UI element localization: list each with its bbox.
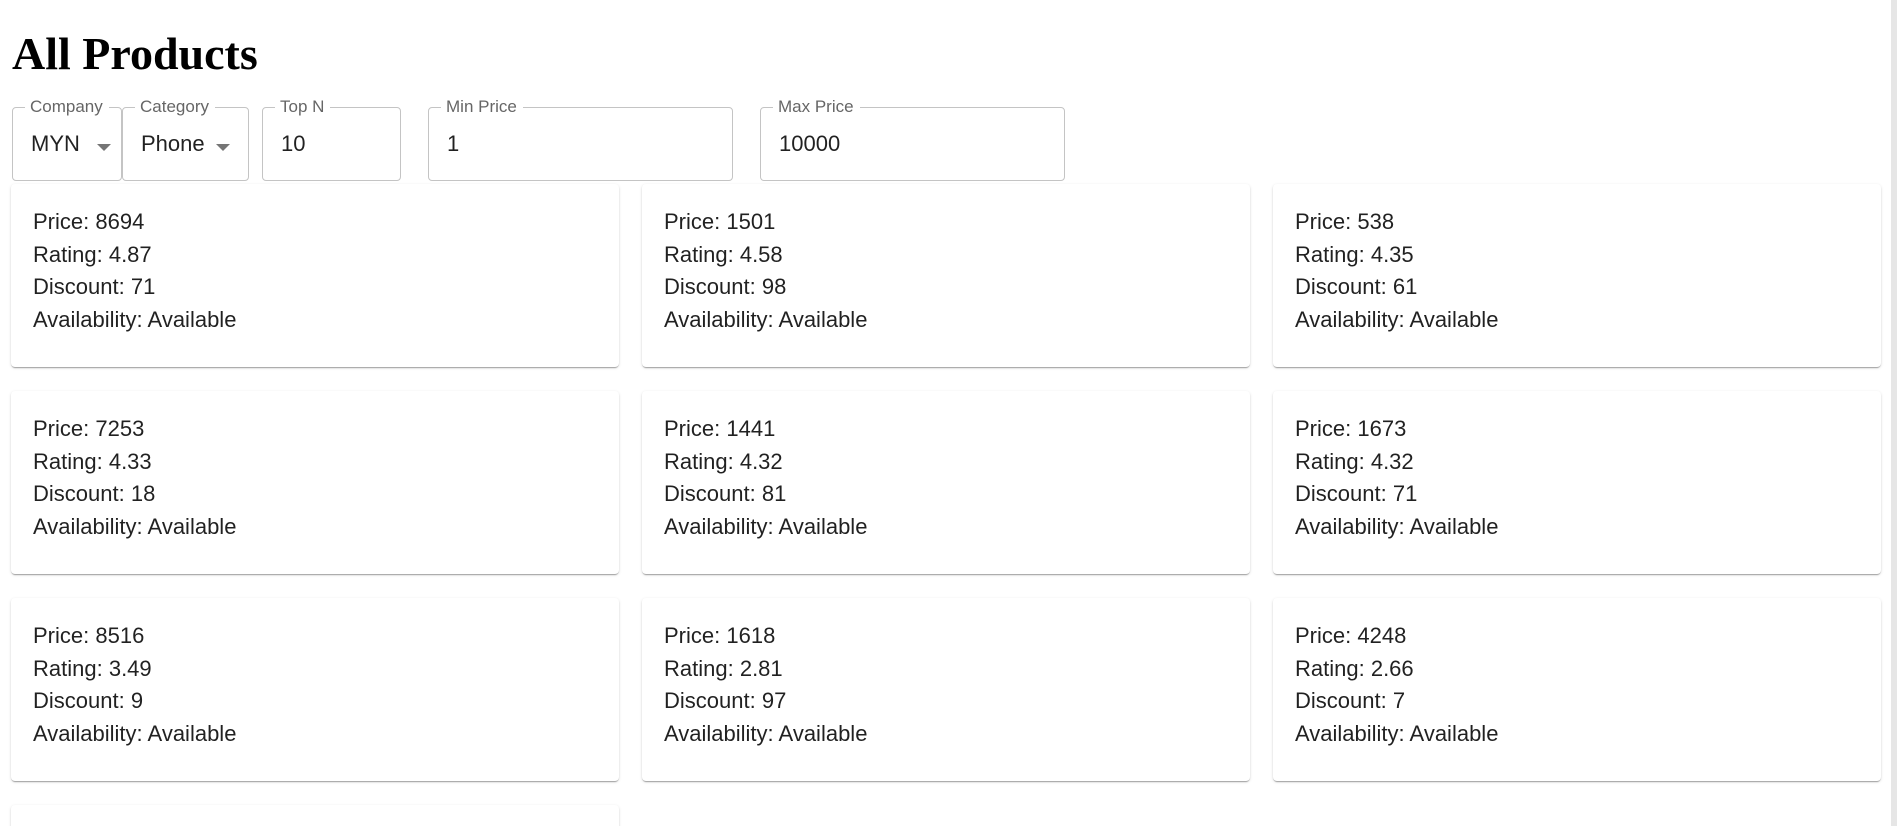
product-discount: Discount: 9 — [33, 688, 144, 713]
product-price: Price: 4248 — [1295, 623, 1407, 648]
product-card-partial — [11, 805, 619, 826]
product-price: Price: 538 — [1295, 209, 1395, 234]
product-card: Price: 1618 Rating: 2.81 Discount: 97 Av… — [642, 598, 1250, 781]
product-discount: Discount: 71 — [1295, 481, 1418, 506]
product-card: Price: 8516 Rating: 3.49 Discount: 9 Ava… — [11, 598, 619, 781]
product-price: Price: 1441 — [664, 416, 776, 441]
product-card: Price: 7253 Rating: 4.33 Discount: 18 Av… — [11, 391, 619, 574]
product-rating: Rating: 3.49 — [33, 655, 152, 681]
product-discount: Discount: 18 — [33, 481, 156, 506]
product-price: Price: 8516 — [33, 623, 145, 648]
product-price: Price: 1618 — [664, 623, 776, 648]
product-rating: Rating: 4.32 — [664, 448, 783, 474]
product-discount: Discount: 81 — [664, 481, 787, 506]
product-discount: Discount: 97 — [664, 688, 787, 713]
product-price: Price: 8694 — [33, 209, 145, 234]
product-card: Price: 1673 Rating: 4.32 Discount: 71 Av… — [1273, 391, 1881, 574]
product-rating: Rating: 2.66 — [1295, 655, 1414, 681]
product-rating: Rating: 2.81 — [664, 655, 783, 681]
product-rating: Rating: 4.87 — [33, 241, 152, 267]
product-card: Price: 1441 Rating: 4.32 Discount: 81 Av… — [642, 391, 1250, 574]
product-availability: Availability: Available — [664, 720, 868, 746]
product-card: Price: 4248 Rating: 2.66 Discount: 7 Ava… — [1273, 598, 1881, 781]
product-availability: Availability: Available — [1295, 513, 1499, 539]
product-discount: Discount: 7 — [1295, 688, 1406, 713]
product-discount: Discount: 61 — [1295, 274, 1418, 299]
product-card: Price: 8694 Rating: 4.87 Discount: 71 Av… — [11, 184, 619, 367]
product-rating: Rating: 4.58 — [664, 241, 783, 267]
product-rating: Rating: 4.35 — [1295, 241, 1414, 267]
product-price: Price: 7253 — [33, 416, 145, 441]
product-availability: Availability: Available — [33, 720, 237, 746]
product-grid: Price: 8694 Rating: 4.87 Discount: 71 Av… — [0, 0, 1881, 826]
product-price: Price: 1501 — [664, 209, 776, 234]
product-discount: Discount: 71 — [33, 274, 156, 299]
product-availability: Availability: Available — [664, 513, 868, 539]
product-discount: Discount: 98 — [664, 274, 787, 299]
product-card: Price: 1501 Rating: 4.58 Discount: 98 Av… — [642, 184, 1250, 367]
product-rating: Rating: 4.33 — [33, 448, 152, 474]
products-page: All Products Company MYN Category Phone … — [0, 0, 1881, 826]
product-availability: Availability: Available — [33, 513, 237, 539]
page-scrollbar[interactable] — [1891, 0, 1897, 826]
product-availability: Availability: Available — [664, 306, 868, 332]
product-availability: Availability: Available — [33, 306, 237, 332]
product-rating: Rating: 4.32 — [1295, 448, 1414, 474]
product-card: Price: 538 Rating: 4.35 Discount: 61 Ava… — [1273, 184, 1881, 367]
product-price: Price: 1673 — [1295, 416, 1407, 441]
product-availability: Availability: Available — [1295, 306, 1499, 332]
product-availability: Availability: Available — [1295, 720, 1499, 746]
